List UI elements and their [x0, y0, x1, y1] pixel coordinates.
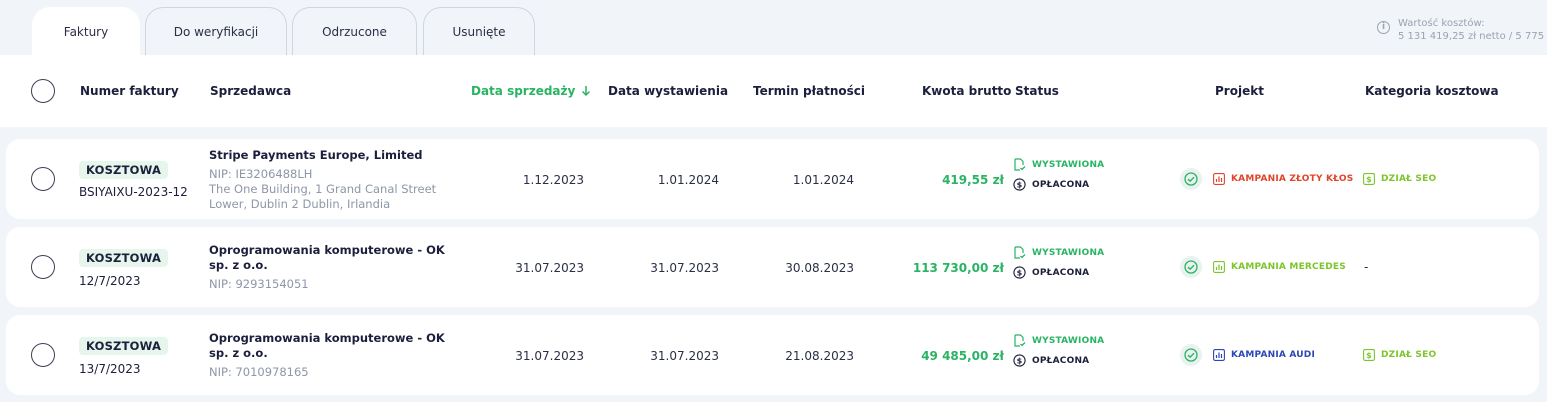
cost-summary: i Wartość kosztów: 5 131 419,25 zł netto…: [1377, 17, 1544, 43]
invoice-number: 12/7/2023: [79, 274, 141, 288]
bar-chart-icon: [1213, 349, 1225, 361]
dollar-circle-icon: $: [1013, 178, 1026, 191]
category-tag[interactable]: $ DZIAŁ SEO: [1363, 173, 1436, 185]
status-issued: WYSTAWIONA: [1013, 158, 1104, 171]
col-invoice-number[interactable]: Numer faktury: [80, 84, 179, 98]
cost-summary-label: Wartość kosztów:: [1398, 18, 1485, 29]
approved-check-icon[interactable]: [1180, 168, 1202, 190]
due-date: 1.01.2024: [792, 173, 854, 187]
svg-text:$: $: [1366, 175, 1372, 184]
document-check-icon: [1014, 158, 1026, 171]
col-due-date[interactable]: Termin płatności: [753, 84, 865, 98]
category-empty: -: [1364, 260, 1369, 274]
issue-date: 31.07.2023: [650, 349, 719, 363]
type-badge: KOSZTOWA: [79, 249, 169, 267]
svg-text:$: $: [1017, 356, 1023, 365]
seller-name: Oprogramowania komputerowe - OK sp. z o.…: [209, 243, 445, 272]
approved-check-icon[interactable]: [1180, 256, 1202, 278]
sort-arrow-down-icon: [582, 86, 591, 97]
issue-date: 1.01.2024: [657, 173, 719, 187]
due-date: 30.08.2023: [785, 261, 854, 275]
money-document-icon: $: [1363, 349, 1375, 361]
document-check-icon: [1014, 246, 1026, 259]
bar-chart-icon: [1213, 261, 1225, 273]
svg-text:$: $: [1017, 180, 1023, 189]
tab-do-weryfikacji[interactable]: Do weryfikacji: [145, 7, 287, 55]
tab-usuniete[interactable]: Usunięte: [423, 7, 535, 55]
project-tag[interactable]: KAMPANIA AUDI: [1213, 349, 1315, 361]
col-seller[interactable]: Sprzedawca: [210, 84, 291, 98]
status-issued: WYSTAWIONA: [1013, 246, 1104, 259]
gross-amount: 49 485,00 zł: [921, 349, 1004, 363]
table-header: Numer faktury Sprzedawca Data sprzedaży …: [0, 55, 1547, 127]
row-checkbox[interactable]: [31, 343, 55, 367]
money-document-icon: $: [1363, 173, 1375, 185]
status-paid: $ OPŁACONA: [1013, 266, 1089, 279]
seller-nip: NIP: 9293154051: [209, 277, 309, 291]
col-project[interactable]: Projekt: [1215, 84, 1264, 98]
seller-nip: NIP: 7010978165: [209, 365, 309, 379]
dollar-circle-icon: $: [1013, 354, 1026, 367]
project-tag[interactable]: KAMPANIA ZŁOTY KŁOS: [1213, 173, 1353, 185]
sale-date: 1.12.2023: [522, 173, 584, 187]
seller-address-line-1: The One Building, 1 Grand Canal Street: [209, 182, 437, 196]
gross-amount: 419,55 zł: [942, 173, 1004, 187]
table-row[interactable]: KOSZTOWA 13/7/2023 Oprogramowania komput…: [6, 315, 1539, 395]
seller-name: Oprogramowania komputerowe - OK sp. z o.…: [209, 331, 445, 360]
approved-check-icon[interactable]: [1180, 344, 1202, 366]
col-cost-category[interactable]: Kategoria kosztowa: [1365, 84, 1499, 98]
category-tag[interactable]: $ DZIAŁ SEO: [1363, 349, 1436, 361]
svg-text:$: $: [1366, 351, 1372, 360]
svg-text:$: $: [1017, 268, 1023, 277]
seller-name: Stripe Payments Europe, Limited: [209, 148, 423, 162]
info-icon[interactable]: i: [1377, 21, 1390, 34]
cost-summary-value: 5 131 419,25 zł netto / 5 775: [1398, 31, 1545, 42]
sale-date: 31.07.2023: [515, 349, 584, 363]
tab-odrzucone[interactable]: Odrzucone: [292, 7, 417, 55]
dollar-circle-icon: $: [1013, 266, 1026, 279]
col-gross-amount[interactable]: Kwota brutto: [922, 84, 1011, 98]
col-sale-date[interactable]: Data sprzedaży: [471, 84, 591, 98]
col-issue-date[interactable]: Data wystawienia: [608, 84, 728, 98]
gross-amount: 113 730,00 zł: [912, 261, 1004, 275]
sale-date: 31.07.2023: [515, 261, 584, 275]
status-paid: $ OPŁACONA: [1013, 354, 1089, 367]
type-badge: KOSZTOWA: [79, 337, 169, 355]
bar-chart-icon: [1213, 173, 1225, 185]
status-issued: WYSTAWIONA: [1013, 334, 1104, 347]
tab-faktury[interactable]: Faktury: [32, 7, 140, 55]
seller-nip: NIP: IE3206488LH: [209, 167, 313, 181]
table-row[interactable]: KOSZTOWA 12/7/2023 Oprogramowania komput…: [6, 227, 1539, 307]
status-paid: $ OPŁACONA: [1013, 178, 1089, 191]
document-check-icon: [1014, 334, 1026, 347]
row-checkbox[interactable]: [31, 167, 55, 191]
due-date: 21.08.2023: [785, 349, 854, 363]
row-checkbox[interactable]: [31, 255, 55, 279]
table-row[interactable]: KOSZTOWA BSIYAIXU-2023-12 Stripe Payment…: [6, 139, 1539, 219]
invoice-number: 13/7/2023: [79, 362, 141, 376]
invoice-number: BSIYAIXU-2023-12: [79, 185, 188, 199]
select-all-checkbox[interactable]: [31, 79, 55, 103]
issue-date: 31.07.2023: [650, 261, 719, 275]
seller-address-line-2: Lower, Dublin 2 Dublin, Irlandia: [209, 197, 391, 211]
col-status[interactable]: Status: [1015, 84, 1059, 98]
type-badge: KOSZTOWA: [79, 161, 169, 179]
project-tag[interactable]: KAMPANIA MERCEDES: [1213, 261, 1346, 273]
